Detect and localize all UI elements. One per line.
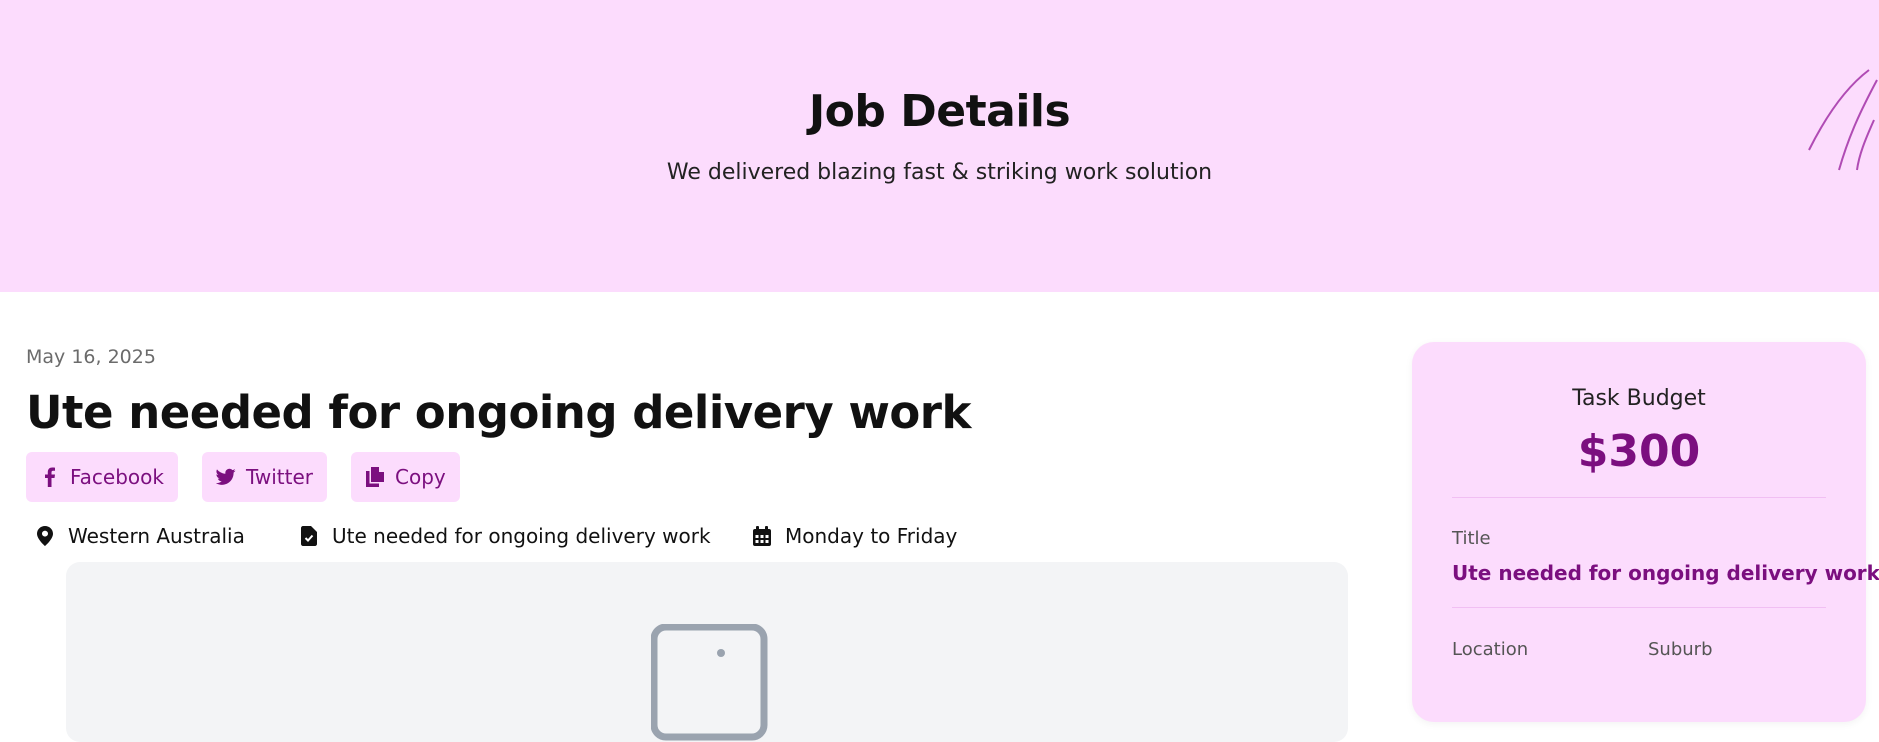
job-date: May 16, 2025 [26, 346, 156, 368]
suburb-label: Suburb [1648, 639, 1713, 660]
meta-location: Western Australia [36, 524, 300, 548]
calendar-icon [753, 526, 771, 546]
facebook-icon [45, 467, 55, 487]
job-image-placeholder [66, 562, 1348, 742]
twitter-icon [215, 468, 236, 485]
file-check-icon [301, 526, 317, 546]
copy-label: Copy [395, 465, 446, 489]
divider [1452, 607, 1826, 608]
task-budget-card: Task Budget $300 Title Ute needed for on… [1412, 342, 1879, 722]
facebook-label: Facebook [70, 465, 164, 489]
budget-value: $300 [1577, 426, 1701, 477]
schedule-text: Monday to Friday [785, 524, 958, 548]
hero-title: Job Details [808, 86, 1071, 137]
twitter-label: Twitter [245, 465, 314, 489]
location-label: Location [1452, 639, 1529, 660]
decorative-swirl-icon [1808, 69, 1878, 171]
copy-icon [366, 467, 385, 487]
meta-schedule: Monday to Friday [753, 524, 957, 548]
hero-subtitle: We delivered blazing fast & striking wor… [666, 160, 1213, 185]
title-value: Ute needed for ongoing delivery work [1452, 561, 1879, 585]
twitter-share-button[interactable]: Twitter [201, 452, 328, 502]
share-buttons: Facebook Twitter Copy [26, 452, 460, 502]
job-meta: Western Australia Ute needed for ongoing… [36, 524, 957, 548]
budget-label: Task Budget [1572, 386, 1706, 411]
map-pin-icon [37, 526, 53, 546]
category-text: Ute needed for ongoing delivery work [332, 524, 711, 548]
location-text: Western Australia [68, 524, 245, 548]
title-label: Title [1452, 528, 1491, 549]
copy-link-button[interactable]: Copy [351, 452, 460, 502]
facebook-share-button[interactable]: Facebook [26, 452, 178, 502]
job-title: Ute needed for ongoing delivery work [26, 386, 971, 439]
image-placeholder-icon [651, 624, 768, 741]
page-hero: Job Details We delivered blazing fast & … [0, 0, 1879, 292]
divider [1452, 497, 1826, 498]
meta-category: Ute needed for ongoing delivery work [300, 524, 753, 548]
